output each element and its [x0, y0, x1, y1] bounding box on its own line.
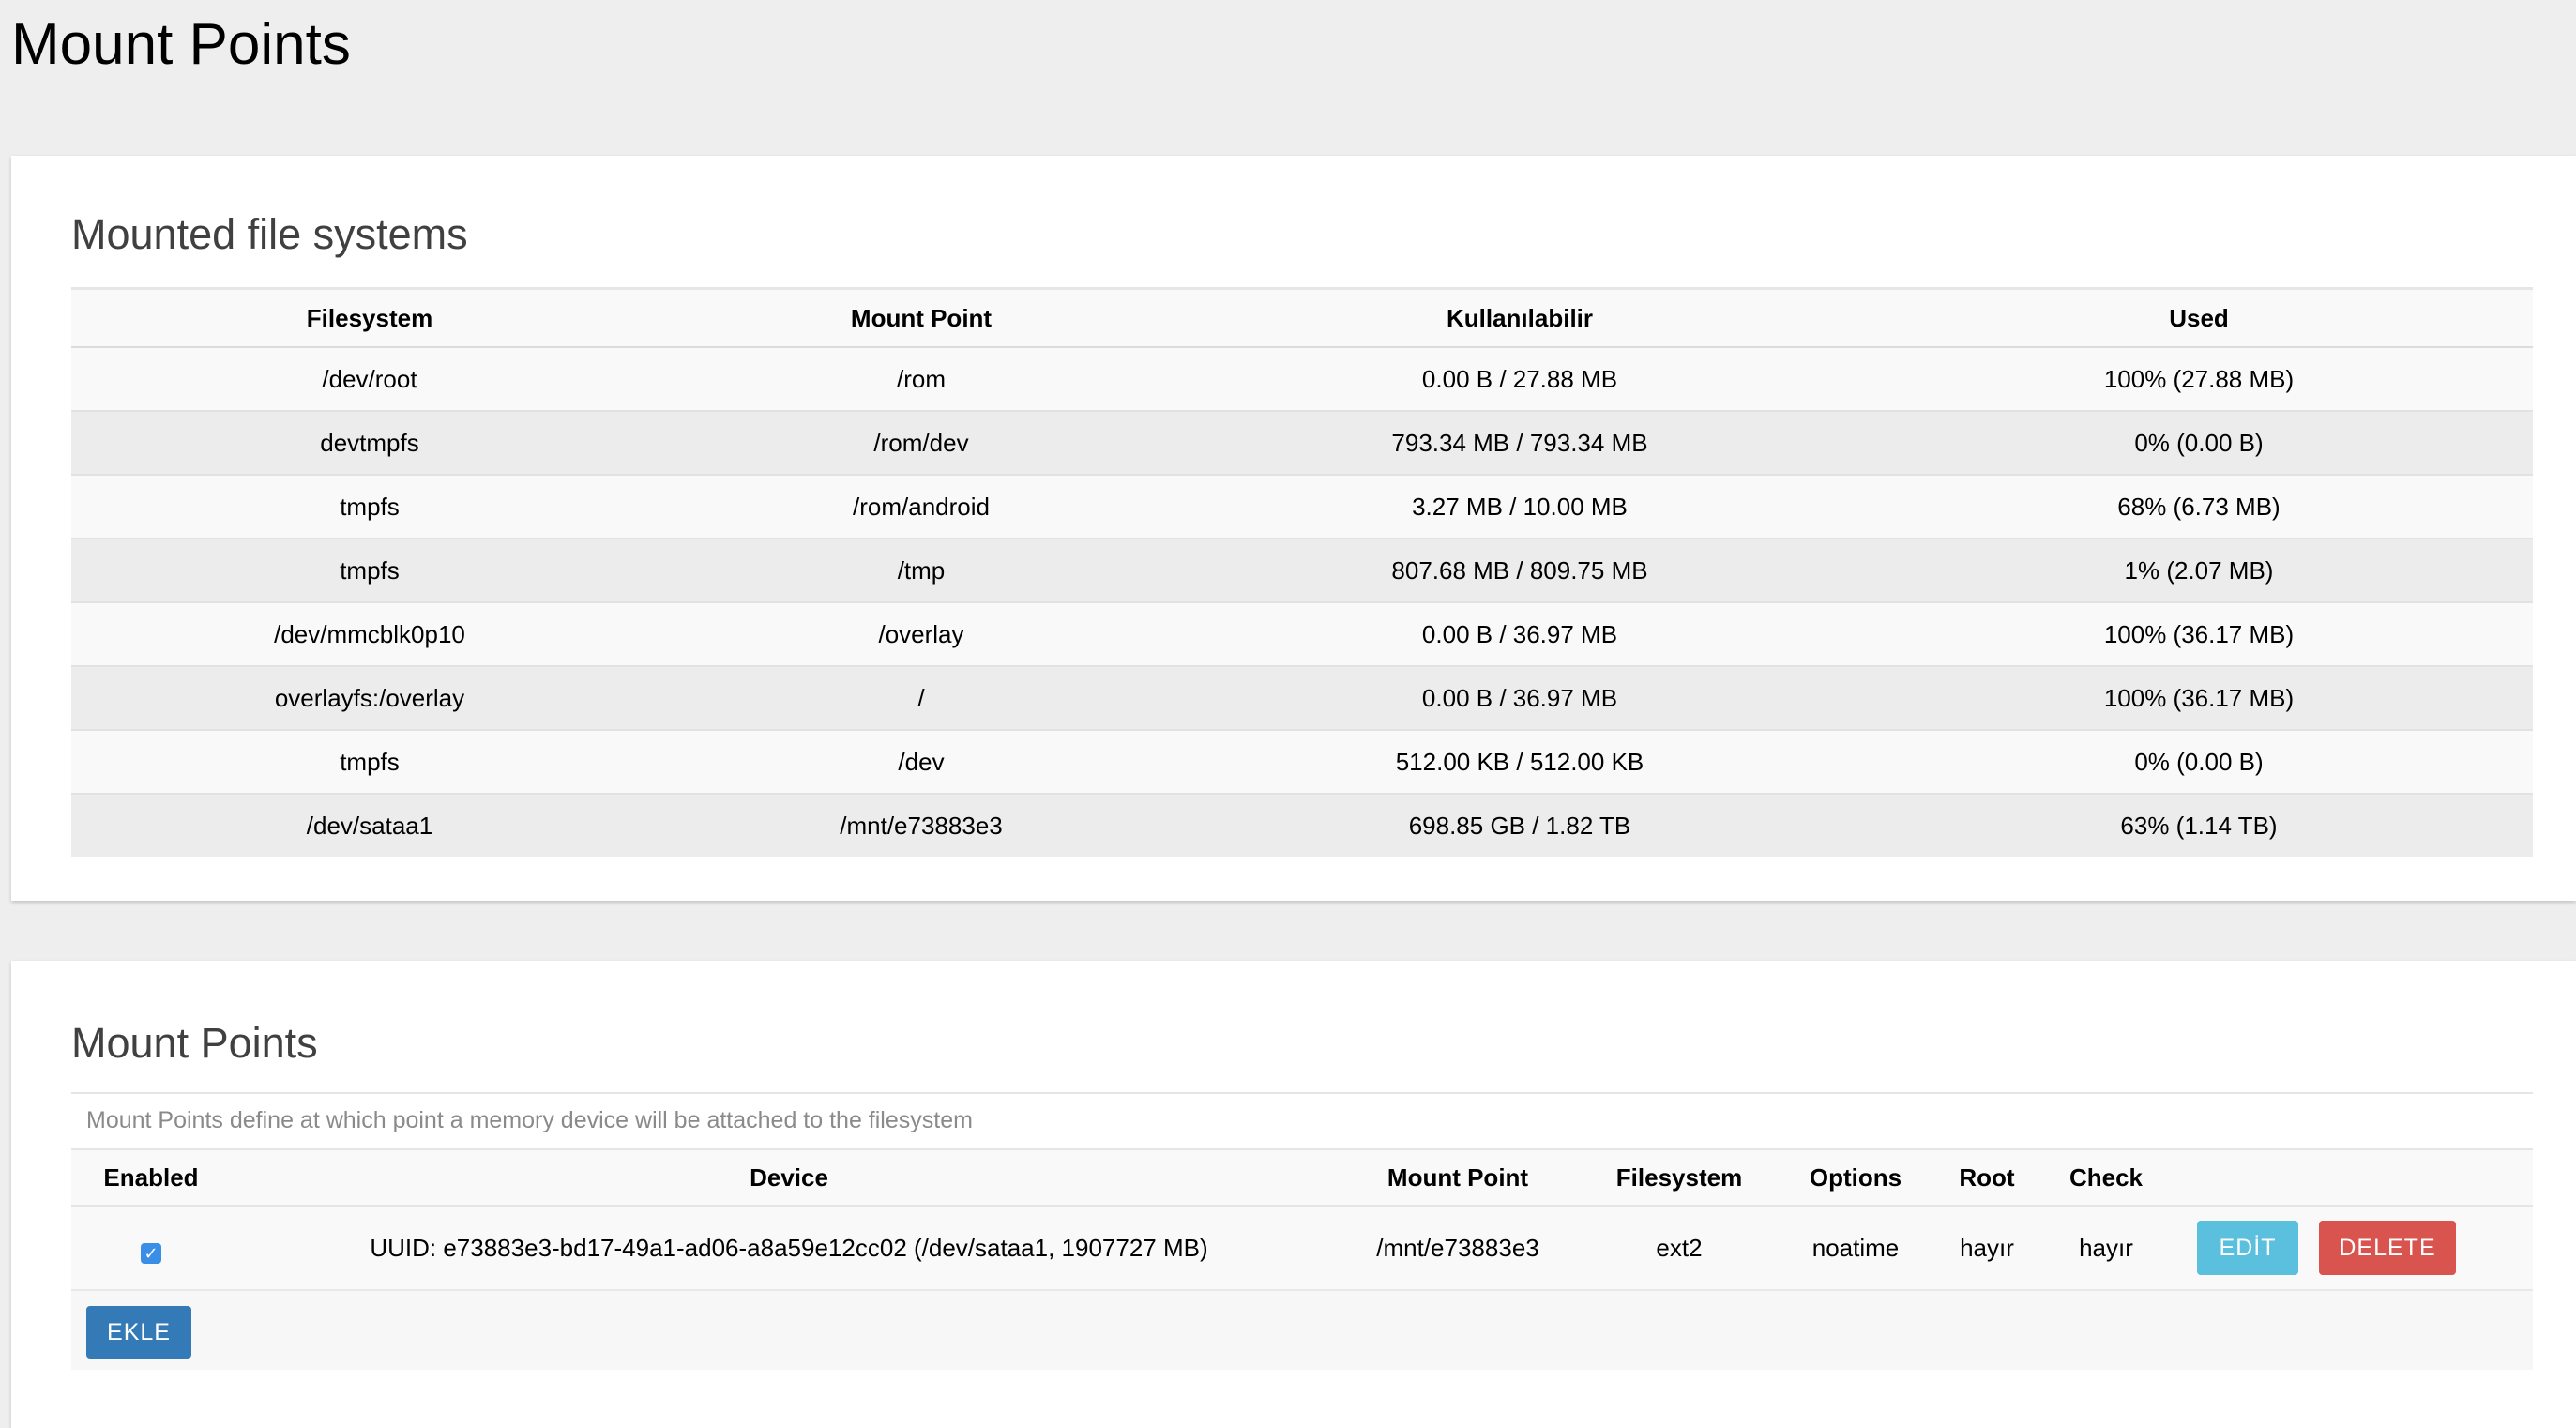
filesystem-cell: tmpfs [71, 538, 668, 602]
check-cell: hayır [2053, 1206, 2159, 1291]
table-row: /dev/sataa1/mnt/e73883e3 698.85 GB / 1.82… [71, 793, 2533, 857]
mount-point-cell: /mnt/e73883e3 [1347, 1206, 1568, 1291]
column-header-mount-point: Mount Point [1347, 1148, 1568, 1207]
used-cell: 0% (0.00 B) [1865, 729, 2533, 794]
mount-point-cell: /rom/android [668, 474, 1174, 539]
used-cell: 0% (0.00 B) [1865, 410, 2533, 475]
column-header-mount-point: Mount Point [668, 287, 1174, 348]
mount-points-section: Enabled Device Mount Point Filesystem Op… [71, 1148, 2533, 1370]
mount-points-table: Enabled Device Mount Point Filesystem Op… [71, 1148, 2533, 1291]
table-row: overlayfs:/overlay/0.00 B / 36.97 MB 100%… [71, 665, 2533, 730]
used-cell: 100% (27.88 MB) [1865, 346, 2533, 411]
used-cell: 63% (1.14 TB) [1865, 793, 2533, 857]
column-header-check: Check [2053, 1148, 2159, 1207]
available-cell: 0.00 B / 27.88 MB [1174, 346, 1865, 411]
checkmark-icon: ✓ [144, 1243, 159, 1263]
page-title: Mount Points [11, 12, 351, 77]
table-row: tmpfs/dev 512.00 KB / 512.00 KB 0% (0.00 B… [71, 729, 2533, 794]
column-header-root: Root [1921, 1148, 2053, 1207]
column-header-filesystem: Filesystem [1568, 1148, 1790, 1207]
mount-point-cell: /overlay [668, 601, 1174, 666]
available-cell: 698.85 GB / 1.82 TB [1174, 793, 1865, 857]
add-mount-point-button[interactable]: EKLE [86, 1306, 191, 1359]
actions-cell: EDİT DELETE [2159, 1206, 2533, 1291]
available-cell: 793.34 MB / 793.34 MB [1174, 410, 1865, 475]
mounted-filesystems-card: Mounted file systems Filesystem Mount Po… [11, 156, 2576, 901]
table-header-row: Enabled Device Mount Point Filesystem Op… [71, 1148, 2533, 1207]
enabled-checkbox[interactable]: ✓ [141, 1242, 161, 1264]
delete-button[interactable]: DELETE [2319, 1221, 2456, 1275]
table-row: tmpfs/tmp 807.68 MB / 809.75 MB 1% (2.07 M… [71, 538, 2533, 602]
column-header-filesystem: Filesystem [71, 287, 668, 348]
used-cell: 68% (6.73 MB) [1865, 474, 2533, 539]
column-header-used: Used [1865, 287, 2533, 348]
mount-points-title: Mount Points [71, 1019, 318, 1067]
table-row: devtmpfs/rom/dev 793.34 MB / 793.34 MB 0% … [71, 410, 2533, 475]
mount-point-cell: /mnt/e73883e3 [668, 793, 1174, 857]
used-cell: 100% (36.17 MB) [1865, 665, 2533, 730]
table-row: tmpfs/rom/android 3.27 MB / 10.00 MB 68% (… [71, 474, 2533, 539]
column-header-actions [2159, 1148, 2533, 1207]
mount-point-cell: /tmp [668, 538, 1174, 602]
mount-point-cell: /rom [668, 346, 1174, 411]
used-cell: 100% (36.17 MB) [1865, 601, 2533, 666]
options-cell: noatime [1790, 1206, 1921, 1291]
column-header-device: Device [231, 1148, 1347, 1207]
mount-points-card: Mount Points Mount Points define at whic… [11, 961, 2576, 1428]
filesystem-cell: /dev/sataa1 [71, 793, 668, 857]
used-cell: 1% (2.07 MB) [1865, 538, 2533, 602]
filesystem-cell: ext2 [1568, 1206, 1790, 1291]
table-header-row: Filesystem Mount Point Kullanılabilir Us… [71, 287, 2533, 348]
filesystem-cell: /dev/root [71, 346, 668, 411]
root-cell: hayır [1921, 1206, 2053, 1291]
filesystem-cell: devtmpfs [71, 410, 668, 475]
column-header-options: Options [1790, 1148, 1921, 1207]
filesystem-cell: /dev/mmcblk0p10 [71, 601, 668, 666]
enabled-cell: ✓ [71, 1206, 231, 1291]
table-row: ✓ UUID: e73883e3-bd17-49a1-ad06-a8a59e12… [71, 1206, 2533, 1291]
mounted-filesystems-table: Filesystem Mount Point Kullanılabilir Us… [71, 287, 2533, 857]
mount-point-cell: /dev [668, 729, 1174, 794]
available-cell: 807.68 MB / 809.75 MB [1174, 538, 1865, 602]
table-row: /dev/root/rom 0.00 B / 27.88 MB 100% (27.8… [71, 346, 2533, 411]
mount-point-cell: / [668, 665, 1174, 730]
available-cell: 3.27 MB / 10.00 MB [1174, 474, 1865, 539]
table-row: /dev/mmcblk0p10/overlay 0.00 B / 36.97 MB… [71, 601, 2533, 666]
filesystem-cell: tmpfs [71, 474, 668, 539]
filesystem-cell: tmpfs [71, 729, 668, 794]
column-header-enabled: Enabled [71, 1148, 231, 1207]
column-header-available: Kullanılabilir [1174, 287, 1865, 348]
mount-points-description: Mount Points define at which point a mem… [71, 1092, 2533, 1147]
available-cell: 0.00 B / 36.97 MB [1174, 601, 1865, 666]
mounted-filesystems-title: Mounted file systems [71, 210, 468, 258]
edit-button[interactable]: EDİT [2197, 1221, 2298, 1275]
device-cell: UUID: e73883e3-bd17-49a1-ad06-a8a59e12cc… [231, 1206, 1347, 1291]
available-cell: 512.00 KB / 512.00 KB [1174, 729, 1865, 794]
filesystem-cell: overlayfs:/overlay [71, 665, 668, 730]
mount-point-cell: /rom/dev [668, 410, 1174, 475]
available-cell: 0.00 B / 36.97 MB [1174, 665, 1865, 730]
